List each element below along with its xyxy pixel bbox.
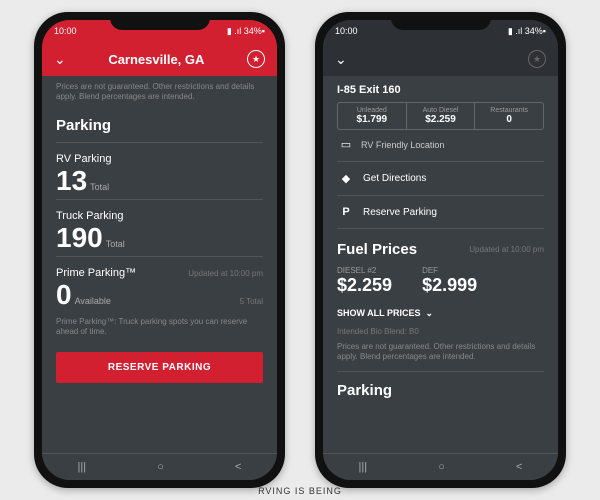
show-all-prices-button[interactable]: SHOW ALL PRICES ⌄ <box>337 300 544 327</box>
fuel-tabs: Unleaded$1.799 Auto Diesel$2.259 Restaur… <box>337 102 544 130</box>
header-title: Carnesville, GA <box>108 52 204 67</box>
prime-total: 5 Total <box>240 297 263 306</box>
divider <box>337 228 544 229</box>
status-time: 10:00 <box>335 26 358 36</box>
back-nav-icon[interactable]: < <box>516 461 522 473</box>
favorite-icon[interactable]: ★ <box>247 50 265 68</box>
status-battery: ▮ .ıl 34%▪ <box>227 26 265 37</box>
def-label: DEF <box>422 266 477 275</box>
favorite-icon[interactable]: ★ <box>528 50 546 68</box>
divider <box>337 161 544 162</box>
truck-total-label: Total <box>106 239 125 249</box>
back-icon[interactable]: ⌄ <box>335 51 347 68</box>
screen-left: 10:00 ▮ .ıl 34%▪ ⌄ Carnesville, GA ★ Pri… <box>42 20 277 480</box>
phone-left: 10:00 ▮ .ıl 34%▪ ⌄ Carnesville, GA ★ Pri… <box>34 12 285 488</box>
screen-right: 10:00 ▮ .ıl 34%▪ ⌄ ★ I-85 Exit 160 Unlea… <box>323 20 558 480</box>
prime-updated: Updated at 10:00 pm <box>188 269 263 278</box>
recent-apps-icon[interactable]: ||| <box>359 461 368 473</box>
content: I-85 Exit 160 Unleaded$1.799 Auto Diesel… <box>323 76 558 453</box>
disclaimer-text: Prices are not guaranteed. Other restric… <box>337 336 544 369</box>
exit-label: I-85 Exit 160 <box>337 76 544 102</box>
directions-icon: ◆ <box>337 172 355 185</box>
divider <box>337 195 544 196</box>
header: ⌄ ★ <box>323 42 558 76</box>
parking-title: Parking <box>56 109 263 140</box>
parking-icon: P <box>337 206 355 218</box>
tab-restaurants[interactable]: Restaurants0 <box>475 103 543 129</box>
diesel-price: $2.259 <box>337 275 392 296</box>
rv-friendly-row: ▭ RV Friendly Location <box>337 130 544 159</box>
status-time: 10:00 <box>54 26 77 36</box>
fuel-updated: Updated at 10:00 pm <box>469 245 544 254</box>
divider <box>56 256 263 257</box>
rv-total-label: Total <box>90 182 109 192</box>
price-row: DIESEL #2$2.259 DEF$2.999 <box>337 262 544 300</box>
disclaimer-text: Prices are not guaranteed. Other restric… <box>56 76 263 109</box>
rv-count: 13 <box>56 165 87 197</box>
rv-friendly-label: RV Friendly Location <box>361 140 444 150</box>
reserve-parking-link[interactable]: P Reserve Parking <box>337 198 544 226</box>
rv-icon: ▭ <box>337 138 355 151</box>
truck-parking-label: Truck Parking <box>56 202 263 222</box>
truck-count: 190 <box>56 222 103 254</box>
divider <box>56 199 263 200</box>
phone-right: 10:00 ▮ .ıl 34%▪ ⌄ ★ I-85 Exit 160 Unlea… <box>315 12 566 488</box>
android-navbar: ||| ○ < <box>323 453 558 480</box>
reserve-parking-button[interactable]: RESERVE PARKING <box>56 352 263 383</box>
prime-description: Prime Parking™: Truck parking spots you … <box>56 311 263 344</box>
recent-apps-icon[interactable]: ||| <box>78 461 87 473</box>
content: Prices are not guaranteed. Other restric… <box>42 76 277 453</box>
back-icon[interactable]: ⌄ <box>54 51 66 68</box>
back-nav-icon[interactable]: < <box>235 461 241 473</box>
tab-diesel[interactable]: Auto Diesel$2.259 <box>407 103 476 129</box>
android-navbar: ||| ○ < <box>42 453 277 480</box>
notch <box>110 12 210 30</box>
status-battery: ▮ .ıl 34%▪ <box>508 26 546 37</box>
divider <box>56 142 263 143</box>
parking-title: Parking <box>337 374 544 405</box>
get-directions-link[interactable]: ◆ Get Directions <box>337 164 544 193</box>
rv-parking-label: RV Parking <box>56 145 263 165</box>
home-icon[interactable]: ○ <box>438 461 445 473</box>
divider <box>337 371 544 372</box>
def-price: $2.999 <box>422 275 477 296</box>
image-caption: RVING IS BEING <box>258 486 342 496</box>
notch <box>391 12 491 30</box>
prime-count: 0 <box>56 279 72 311</box>
prime-parking-label: Prime Parking™ <box>56 259 136 279</box>
prime-available-label: Available <box>75 296 111 306</box>
fuel-prices-title: Fuel Prices <box>337 237 417 262</box>
header: ⌄ Carnesville, GA ★ <box>42 42 277 76</box>
diesel-label: DIESEL #2 <box>337 266 392 275</box>
home-icon[interactable]: ○ <box>157 461 164 473</box>
blend-label: Intended Bio Blend: B0 <box>337 327 544 336</box>
tab-unleaded[interactable]: Unleaded$1.799 <box>338 103 407 129</box>
